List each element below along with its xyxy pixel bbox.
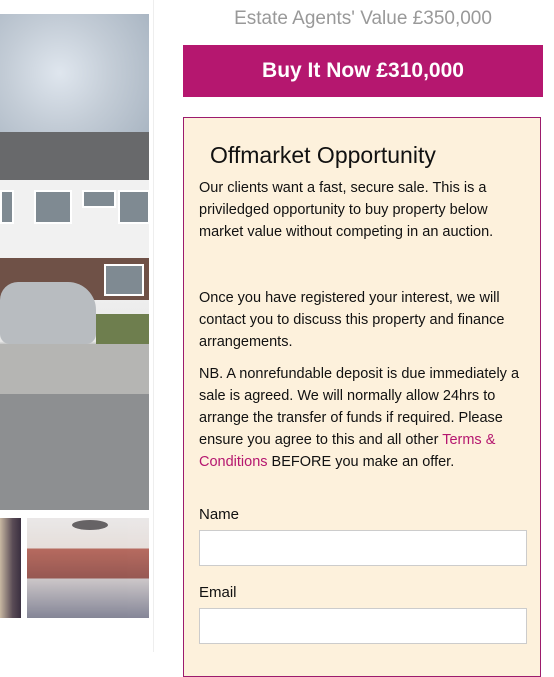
name-field[interactable] [199, 530, 527, 566]
offmarket-opportunity-panel: Offmarket Opportunity Our clients want a… [183, 117, 541, 677]
photo-hedge [96, 314, 149, 344]
buy-it-now-button[interactable]: Buy It Now £310,000 [183, 45, 543, 97]
email-field[interactable] [199, 608, 527, 644]
gallery-thumbnail[interactable] [0, 518, 21, 618]
description-paragraph: Our clients want a fast, secure sale. Th… [199, 180, 494, 240]
panel-title: Offmarket Opportunity [210, 142, 436, 168]
name-label: Name [199, 506, 240, 523]
photo-ceiling-fan [72, 520, 108, 530]
main-property-photo[interactable] [0, 14, 149, 510]
deposit-notice-text-end: BEFORE you make an offer. [267, 454, 455, 470]
photo-roof [0, 132, 149, 180]
photo-pavement [0, 344, 149, 394]
email-label: Email [199, 584, 237, 601]
deposit-notice-paragraph: NB. A nonrefundable deposit is due immed… [199, 363, 529, 473]
photo-window [104, 264, 144, 296]
estate-agents-value: Estate Agents' Value £350,000 [234, 8, 492, 29]
photo-window [34, 190, 72, 224]
photo-sky [0, 14, 149, 132]
photo-window [118, 190, 149, 224]
photo-car [0, 282, 96, 344]
gallery-thumbnail[interactable] [27, 518, 149, 618]
registration-paragraph: Once you have registered your interest, … [199, 290, 505, 350]
photo-window [0, 190, 14, 224]
photo-gallery [0, 0, 154, 652]
photo-window [82, 190, 116, 208]
